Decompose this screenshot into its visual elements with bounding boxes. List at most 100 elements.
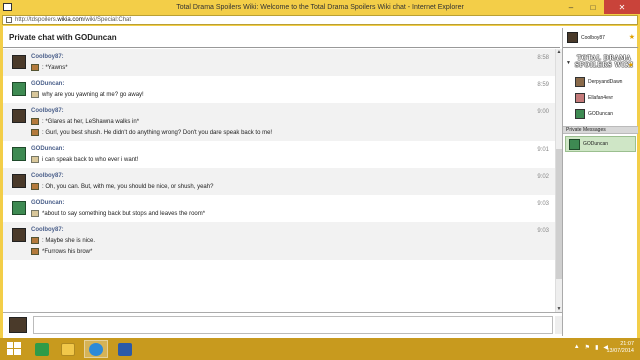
message-scrollbar[interactable]: ▲ ▼ <box>555 49 562 312</box>
message-author[interactable]: Coolboy87: <box>31 227 547 233</box>
message-text: *Furrows his brow* <box>42 248 93 255</box>
message-group: Coolboy87: 8:58 : *Yawns* <box>3 49 555 76</box>
close-button[interactable]: ✕ <box>604 0 640 14</box>
message-text: i can speak back to who ever i want! <box>42 156 139 163</box>
message-group: GODuncan: 8:59 why are you yawning at me? … <box>3 76 555 103</box>
message-list[interactable]: Coolboy87: 8:58: *Yawns* GODuncan: 8:59 why … <box>3 49 555 312</box>
user-avatar <box>575 77 585 87</box>
message-line: : *Yawns* <box>31 64 547 71</box>
message-text: : Oh, you can. But, with me, you should … <box>42 183 214 190</box>
mini-avatar-icon <box>31 118 39 125</box>
user-name: GODuncan <box>588 111 614 117</box>
mini-avatar-icon <box>31 248 39 255</box>
message-author[interactable]: GODuncan: <box>31 146 547 152</box>
window-title-bar: Total Drama Spoilers Wiki: Welcome to th… <box>0 0 640 14</box>
tray-up-arrow-icon[interactable]: ▲ <box>574 344 580 351</box>
url-prefix: http://tdspoilers. <box>15 17 58 23</box>
clock-date: 13/07/2014 <box>606 348 634 354</box>
message-line: : Maybe she is nice. <box>31 237 547 244</box>
user-list-item[interactable]: Ellafan4evr <box>575 91 635 105</box>
mini-avatar-icon <box>31 129 39 136</box>
ie-app-icon[interactable] <box>3 3 12 11</box>
author-avatar[interactable] <box>12 109 26 123</box>
window-controls: – □ ✕ <box>560 0 640 14</box>
url-suffix: /wiki/Special:Chat <box>83 17 132 23</box>
message-text: : Gurl, you best shush. He didn't do any… <box>42 129 273 136</box>
clock-time: 21:07 <box>620 341 634 347</box>
message-input[interactable] <box>33 316 553 334</box>
taskbar-explorer-icon[interactable] <box>56 340 80 358</box>
message-text: why are you yawning at me? go away! <box>42 91 144 98</box>
message-author[interactable]: Coolboy87: <box>31 173 547 179</box>
message-input-area <box>3 312 563 336</box>
message-time: 9:02 <box>537 174 549 180</box>
message-author[interactable]: Coolboy87: <box>31 108 547 114</box>
message-author[interactable]: Coolboy87: <box>31 54 547 60</box>
message-time: 8:58 <box>537 55 549 61</box>
tray-network-icon[interactable]: ▮ <box>595 344 598 351</box>
mini-avatar-icon <box>31 91 39 98</box>
message-group: GODuncan: 9:03 *about to say something bac… <box>3 195 555 222</box>
taskbar-ie-icon[interactable] <box>84 340 108 358</box>
user-avatar <box>575 93 585 103</box>
message-text: : *Glares at her, LeShawna walks in* <box>42 118 140 125</box>
user-list-item[interactable]: DerpyandDawn <box>575 75 635 89</box>
message-text: : Maybe she is nice. <box>42 237 96 244</box>
message-line: i can speak back to who ever i want! <box>31 156 547 163</box>
pm-name: GODuncan <box>583 141 609 147</box>
message-time: 9:03 <box>537 201 549 207</box>
message-line: : *Glares at her, LeShawna walks in* <box>31 118 547 125</box>
message-time: 9:00 <box>537 109 549 115</box>
message-author[interactable]: GODuncan: <box>31 200 547 206</box>
message-time: 8:59 <box>537 82 549 88</box>
my-avatar <box>9 317 27 333</box>
message-author[interactable]: GODuncan: <box>31 81 547 87</box>
pm-item-goduncan[interactable]: GODuncan <box>565 136 636 152</box>
message-text: : *Yawns* <box>42 64 68 71</box>
message-line: *about to say something back but stops a… <box>31 210 547 217</box>
message-line: *Furrows his brow* <box>31 248 547 255</box>
author-avatar[interactable] <box>12 82 26 96</box>
author-avatar[interactable] <box>12 201 26 215</box>
user-name: Ellafan4evr <box>588 95 614 101</box>
url-domain: wikia.com <box>57 17 84 23</box>
windows-start-icon[interactable] <box>3 340 25 358</box>
wiki-logo: TOTAL DRAMA SPOILERS WIKI <box>574 55 634 69</box>
message-text: *about to say something back but stops a… <box>42 210 206 217</box>
maximize-button[interactable]: □ <box>582 0 604 14</box>
taskbar-word-icon[interactable] <box>113 340 137 358</box>
collapse-caret-icon[interactable]: ▼ <box>566 60 571 66</box>
taskbar-store-icon[interactable] <box>30 340 54 358</box>
mini-avatar-icon <box>31 237 39 244</box>
message-line: : Oh, you can. But, with me, you should … <box>31 183 547 190</box>
star-icon: ★ <box>628 34 635 41</box>
user-list-item[interactable]: GODuncan <box>575 107 635 121</box>
user-name: DerpyandDawn <box>588 79 623 85</box>
current-user[interactable]: Coolboy87 ★ <box>563 28 638 48</box>
message-group: Coolboy87: 9:03: Maybe she is nice. *Furro… <box>3 222 555 260</box>
message-group: GODuncan: 9:01 i can speak back to who eve… <box>3 141 555 168</box>
message-time: 9:01 <box>537 147 549 153</box>
mini-avatar-icon <box>31 210 39 217</box>
mini-avatar-icon <box>31 183 39 190</box>
tray-flag-icon[interactable]: ⚑ <box>585 344 590 351</box>
private-messages-header: Private Messages <box>563 126 638 134</box>
system-tray: ▲ ⚑ ▮ ◀ <box>574 344 608 351</box>
window-title: Total Drama Spoilers Wiki: Welcome to th… <box>176 3 464 11</box>
minimize-button[interactable]: – <box>560 0 582 14</box>
author-avatar[interactable] <box>12 55 26 69</box>
input-scrollbar[interactable] <box>555 316 562 334</box>
author-avatar[interactable] <box>12 147 26 161</box>
current-user-avatar <box>567 32 578 43</box>
author-avatar[interactable] <box>12 174 26 188</box>
message-line: why are you yawning at me? go away! <box>31 91 547 98</box>
url-field[interactable]: http://tdspoilers. wikia.com/wiki/Special… <box>2 15 638 25</box>
message-group: Coolboy87: 9:02 : Oh, you can. But, with m… <box>3 168 555 195</box>
author-avatar[interactable] <box>12 228 26 242</box>
taskbar-clock[interactable]: 21:07 13/07/2014 <box>606 341 634 355</box>
mini-avatar-icon <box>31 64 39 71</box>
address-bar: http://tdspoilers. wikia.com/wiki/Special… <box>0 14 640 26</box>
star-icon: ★ <box>627 62 634 69</box>
user-avatar <box>575 109 585 119</box>
current-user-name: Coolboy87 <box>581 34 605 41</box>
